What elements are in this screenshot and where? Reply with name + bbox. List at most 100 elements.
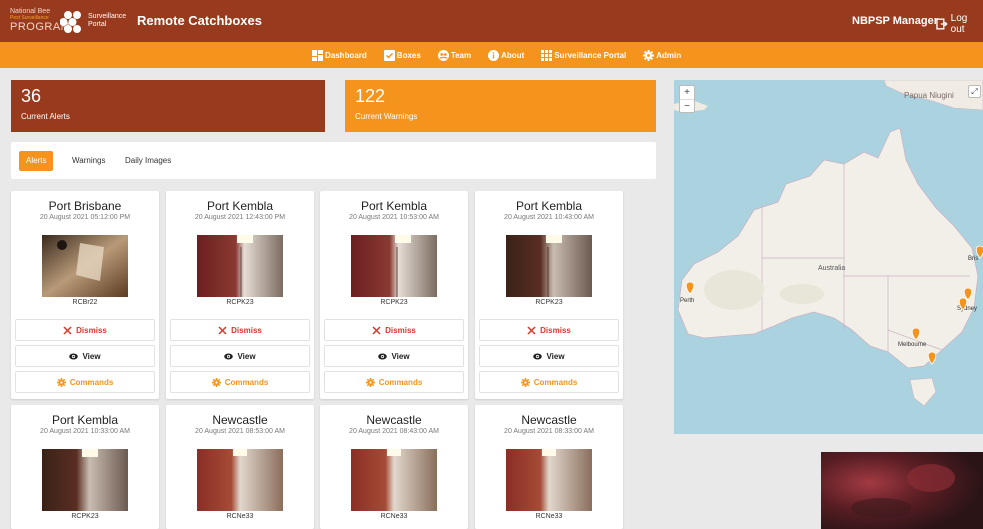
nav-bar: Dashboard Boxes Team About Surveillance … [0,42,983,68]
card-location: Newcastle [366,413,422,427]
card-timestamp: 20 August 2021 08:43:00 AM [349,428,439,435]
gear-icon [211,377,221,387]
dismiss-button[interactable]: Dismiss [15,319,155,341]
alert-card: Port Brisbane 20 August 2021 05:12:00 PM… [11,191,159,399]
close-icon [372,325,381,335]
dismiss-button[interactable]: Dismiss [479,319,619,341]
nav-team-label: Team [450,50,472,60]
nav-dashboard[interactable]: Dashboard [312,49,367,61]
eye-icon [224,353,234,359]
logout-icon [936,18,948,30]
nav-admin[interactable]: Admin [643,49,682,61]
box-location-map[interactable]: Papua Niugini Australia Perth Melbourne … [674,80,983,434]
user-name[interactable]: NBPSP Manager [852,15,938,27]
dismiss-button[interactable]: Dismiss [324,319,464,341]
card-location: Port Kembla [51,413,119,427]
alerts-count: 36 [21,86,42,106]
view-button[interactable]: View [324,345,464,367]
dashboard-icon [312,49,323,61]
gear-icon [520,377,530,387]
logout-button[interactable]: Log out [936,13,983,35]
commands-label: Commands [224,377,269,387]
nav-boxes-label: Boxes [396,50,421,60]
nav-surveillance-portal-label: Surveillance Portal [554,50,627,60]
card-box-id: RCPK23 [535,299,563,306]
check-box-icon [383,49,395,61]
card-location: Port Kembla [360,199,428,213]
dismiss-label: Dismiss [76,325,107,335]
card-timestamp: 20 August 2021 08:53:00 AM [195,428,285,435]
catchbox-photo[interactable] [351,449,437,511]
nbpsp-logo[interactable]: National Bee Pest Surveillance PROGRAM S… [10,8,130,34]
view-button[interactable]: View [15,345,155,367]
close-icon [218,325,227,335]
card-timestamp: 20 August 2021 08:33:00 AM [504,428,594,435]
map-label-sydney: Sydney [957,306,977,312]
card-timestamp: 20 August 2021 05:12:00 PM [39,214,131,221]
catchbox-photo[interactable] [197,449,283,511]
catchbox-photo[interactable] [351,235,437,297]
view-button[interactable]: View [479,345,619,367]
tab-warnings[interactable]: Warnings [72,151,106,171]
tab-daily-images[interactable]: Daily Images [125,151,171,171]
dismiss-label: Dismiss [540,325,571,335]
zoom-in-button[interactable]: + [680,86,694,99]
commands-button[interactable]: Commands [170,371,310,393]
alert-card: Newcastle 20 August 2021 08:43:00 AM RCN… [320,405,468,529]
eye-icon [378,353,388,359]
dismiss-label: Dismiss [385,325,416,335]
catchbox-photo[interactable] [506,449,592,511]
nav-team[interactable]: Team [437,49,472,61]
tab-alerts[interactable]: Alerts [19,151,54,171]
view-label: View [82,351,101,361]
card-location: Port Kembla [206,199,274,213]
map-label-papua: Papua Niugini [904,91,954,100]
card-timestamp: 20 August 2021 10:43:00 AM [504,214,594,221]
nav-surveillance-portal[interactable]: Surveillance Portal [541,49,627,61]
current-alerts-panel[interactable]: 36 Current Alerts [11,80,325,132]
commands-button[interactable]: Commands [15,371,155,393]
commands-button[interactable]: Commands [479,371,619,393]
commands-button[interactable]: Commands [324,371,464,393]
warnings-count: 122 [355,86,386,106]
catchbox-photo[interactable] [42,449,128,511]
alert-card: Newcastle 20 August 2021 08:53:00 AM RCN… [166,405,314,529]
eye-icon [69,353,79,359]
dismiss-label: Dismiss [231,325,262,335]
info-icon [488,49,500,61]
nav-admin-label: Admin [656,50,682,60]
map-marker[interactable] [927,351,937,365]
card-box-id: RCNe33 [380,513,408,520]
alert-card: Port Kembla 20 August 2021 10:43:00 AM R… [475,191,623,399]
app-title: Remote Catchboxes [137,13,262,28]
daily-image-preview[interactable] [821,452,983,529]
catchbox-photo[interactable] [506,235,592,297]
nav-dashboard-label: Dashboard [325,50,367,60]
catchbox-photo[interactable] [42,235,128,297]
fullscreen-icon[interactable]: ⤢ [968,85,981,98]
current-warnings-panel[interactable]: 122 Current Warnings [345,80,656,132]
card-box-id: RCNe33 [226,513,254,520]
gear-icon [643,49,655,61]
zoom-out-button[interactable]: − [680,99,694,112]
catchbox-photo[interactable] [197,235,283,297]
map-label-brisbane: Bris [968,256,978,262]
view-label: View [391,351,410,361]
card-location: Newcastle [521,413,577,427]
gear-icon [365,377,375,387]
card-location: Port Brisbane [48,199,122,213]
map-label-perth: Perth [680,298,694,304]
eye-icon [533,353,543,359]
nav-boxes[interactable]: Boxes [383,49,421,61]
alert-card: Port Kembla 20 August 2021 10:53:00 AM R… [320,191,468,399]
view-label: View [237,351,256,361]
view-button[interactable]: View [170,345,310,367]
nav-about[interactable]: About [488,49,524,61]
alerts-label: Current Alerts [21,112,70,121]
dismiss-button[interactable]: Dismiss [170,319,310,341]
alert-card: Port Kembla 20 August 2021 10:33:00 AM R… [11,405,159,529]
close-icon [527,325,536,335]
team-icon [437,49,449,61]
card-box-id: RCBr22 [72,299,98,306]
view-label: View [546,351,565,361]
